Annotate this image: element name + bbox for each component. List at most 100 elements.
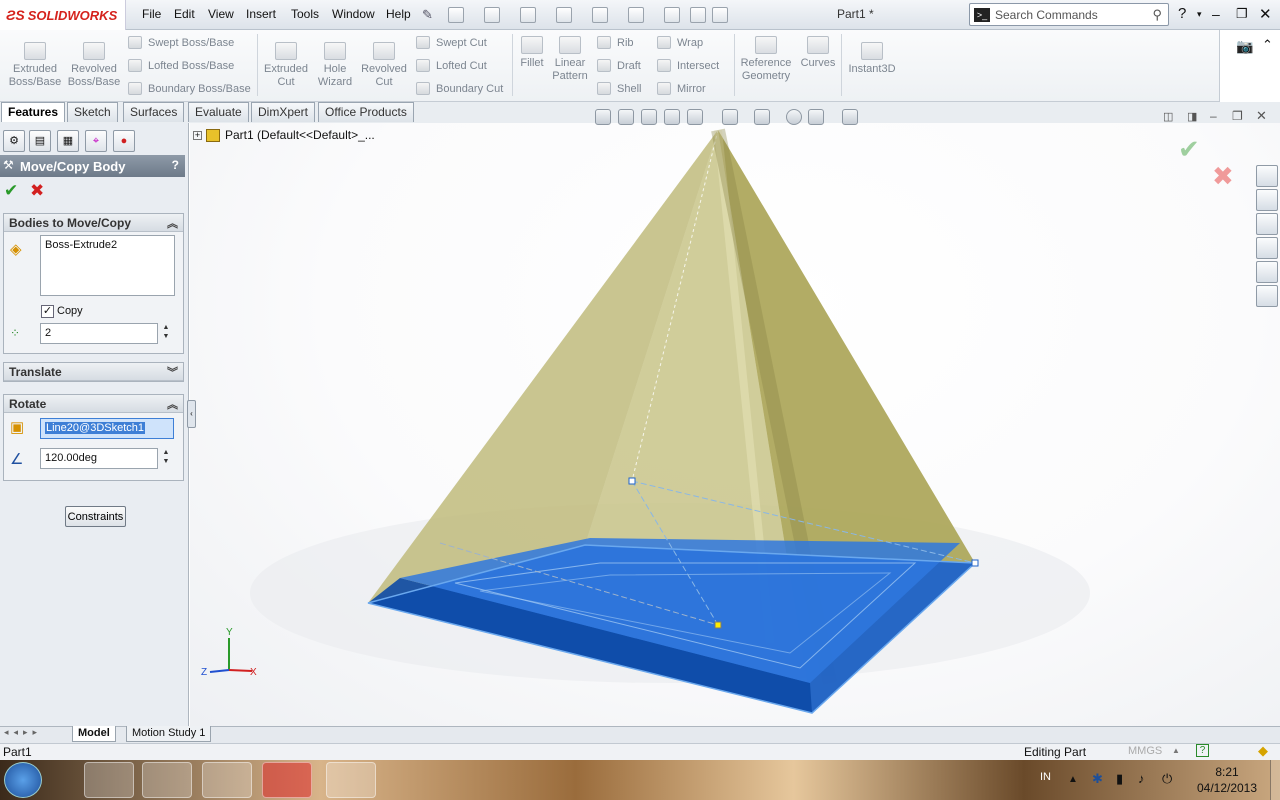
constraints-button[interactable]: Constraints (65, 506, 126, 527)
collapse-ribbon-icon[interactable]: ⌃ (1262, 37, 1273, 53)
status-units[interactable]: MMGS (1128, 745, 1162, 757)
rotation-axis-field[interactable]: Line20@3DSketch1 (40, 418, 174, 439)
tab-dimxpert[interactable]: DimXpert (251, 102, 316, 122)
tab-sketch[interactable]: Sketch (67, 102, 118, 122)
taskbar-clock[interactable]: 8:21 04/12/2013 (1192, 764, 1262, 796)
close-icon[interactable]: ✕ (1259, 5, 1272, 23)
file-properties-icon[interactable] (690, 7, 706, 23)
explorer-taskbar-icon[interactable] (84, 762, 134, 798)
bodies-group-header[interactable]: Bodies to Move/Copy ︽ (4, 214, 183, 232)
collapse-chevron-icon[interactable]: ︽ (167, 396, 178, 412)
open-icon[interactable] (484, 7, 500, 23)
draft-button[interactable]: Draft (597, 59, 641, 72)
paint-taskbar-icon[interactable] (326, 762, 376, 798)
tab-motion-study-1[interactable]: Motion Study 1 (126, 726, 212, 742)
tab-office-products[interactable]: Office Products (318, 102, 414, 122)
intersect-button[interactable]: Intersect (657, 59, 719, 72)
reference-geometry-button[interactable]: Reference Geometry (738, 36, 794, 83)
expand-icon[interactable]: + (193, 130, 202, 140)
swept-boss-button[interactable]: Swept Boss/Base (128, 36, 234, 49)
boundary-cut-button[interactable]: Boundary Cut (416, 82, 503, 95)
boundary-boss-button[interactable]: Boundary Boss/Base (128, 82, 251, 95)
restore-icon[interactable]: ❐ (1236, 6, 1248, 22)
lofted-cut-button[interactable]: Lofted Cut (416, 59, 487, 72)
copies-input[interactable]: 2 (40, 323, 158, 344)
new-icon[interactable] (448, 7, 464, 23)
extruded-boss-button[interactable]: Extruded Boss/Base (6, 42, 64, 89)
zoom-to-fit-icon[interactable] (595, 109, 611, 125)
custom-properties-icon[interactable] (1256, 285, 1278, 307)
menu-window[interactable]: Window (332, 7, 375, 21)
status-units-arrow[interactable]: ▲ (1172, 746, 1180, 755)
view-orientation-icon[interactable] (687, 109, 703, 125)
search-commands-box[interactable]: >_ Search Commands ⚲ (969, 3, 1169, 26)
fillet-button[interactable]: Fillet (516, 36, 548, 70)
search-icon[interactable]: ⚲ (1152, 7, 1162, 23)
viewport-layout-icon[interactable]: ◨ (1187, 110, 1197, 123)
zoom-to-area-icon[interactable] (618, 109, 634, 125)
menu-help[interactable]: Help (386, 7, 411, 21)
wrap-button[interactable]: Wrap (657, 36, 703, 49)
help-button[interactable]: ? (172, 158, 179, 172)
shell-button[interactable]: Shell (597, 82, 641, 95)
camera-icon[interactable]: 📷 (1236, 38, 1253, 55)
translate-group-header[interactable]: Translate ︾ (4, 363, 183, 381)
tab-surfaces[interactable]: Surfaces (123, 102, 185, 122)
search-input[interactable]: Search Commands (995, 8, 1098, 22)
viewport-restore-icon[interactable]: ❐ (1232, 109, 1243, 123)
select-icon[interactable] (628, 7, 644, 23)
instant3d-button[interactable]: Instant3D (845, 42, 899, 76)
previous-view-icon[interactable] (641, 109, 657, 125)
display-style-icon[interactable] (722, 109, 738, 125)
configuration-manager-tab-icon[interactable]: ▦ (57, 130, 79, 152)
menu-view[interactable]: View (208, 7, 234, 21)
revolved-boss-button[interactable]: Revolved Boss/Base (66, 42, 122, 89)
rib-button[interactable]: Rib (597, 36, 634, 49)
help-icon[interactable]: ? (1178, 5, 1186, 22)
extruded-cut-button[interactable]: Extruded Cut (262, 42, 310, 89)
save-icon[interactable] (520, 7, 536, 23)
curves-button[interactable]: Curves (798, 36, 838, 70)
copies-spinner[interactable]: ▲ ▼ (160, 323, 172, 343)
rebuild-indicator-icon[interactable]: ◆ (1258, 743, 1268, 759)
solidworks-taskbar-icon[interactable] (262, 762, 312, 798)
language-indicator[interactable]: IN (1040, 771, 1051, 783)
print-icon[interactable] (556, 7, 572, 23)
status-help-icon[interactable]: ? (1196, 744, 1209, 757)
rebuild-icon[interactable] (664, 7, 680, 23)
viewport-close-icon[interactable]: ✕ (1256, 108, 1267, 124)
hide-show-items-icon[interactable] (754, 109, 770, 125)
solidworks-logo[interactable]: ƧS SOLIDWORKS (0, 0, 126, 30)
confirm-cancel-icon[interactable]: ✖ (1212, 161, 1234, 192)
view-settings-icon[interactable] (842, 109, 858, 125)
tab-features[interactable]: Features (1, 102, 66, 122)
show-hidden-icons-icon[interactable]: ▲ (1068, 774, 1078, 785)
section-view-icon[interactable] (664, 109, 680, 125)
tab-scroll-arrows-icon[interactable]: ◂◂▸▸ (4, 727, 42, 738)
media-player-taskbar-icon[interactable] (202, 762, 252, 798)
body-list-item[interactable]: Boss-Extrude2 (45, 239, 117, 251)
chrome-taskbar-icon[interactable] (142, 762, 192, 798)
feature-manager-tab-icon[interactable]: ⚙ (3, 130, 25, 152)
menu-insert[interactable]: Insert (246, 7, 276, 21)
viewport-minimize-icon[interactable]: – (1210, 109, 1217, 123)
pushpin-icon[interactable]: ✎ (422, 7, 433, 23)
mirror-button[interactable]: Mirror (657, 82, 706, 95)
volume-tray-icon[interactable]: ♪ (1138, 771, 1145, 786)
hole-wizard-button[interactable]: Hole Wizard (313, 42, 357, 89)
lofted-boss-button[interactable]: Lofted Boss/Base (128, 59, 234, 72)
expand-chevron-icon[interactable]: ︾ (167, 364, 178, 380)
display-manager-tab-icon[interactable]: ● (113, 130, 135, 152)
viewport-split-icon[interactable]: ◫ (1163, 110, 1173, 123)
options-icon[interactable] (712, 7, 728, 23)
start-button-icon[interactable] (4, 762, 42, 798)
menu-edit[interactable]: Edit (174, 7, 195, 21)
sw-resources-icon[interactable] (1256, 165, 1278, 187)
dimxpert-manager-tab-icon[interactable]: ⌖ (85, 130, 107, 152)
ok-button[interactable]: ✔ (4, 181, 18, 201)
bodies-selection-list[interactable]: Boss-Extrude2 (40, 235, 175, 296)
minimize-icon[interactable]: – (1212, 6, 1220, 22)
apply-scene-icon[interactable] (808, 109, 824, 125)
feature-tree-root[interactable]: + Part1 (Default<<Default>_... (193, 128, 375, 142)
swept-cut-button[interactable]: Swept Cut (416, 36, 487, 49)
